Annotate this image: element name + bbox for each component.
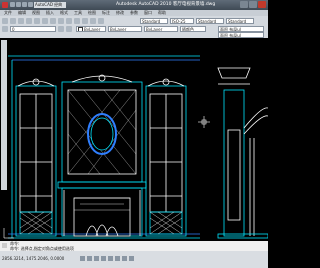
command-line[interactable]: 命令: 命令: 选择点,指定对角点或使用选项 — [0, 241, 268, 251]
menu-parametric[interactable]: 参数 — [130, 10, 138, 16]
menu-insert[interactable]: 插入 — [46, 10, 54, 16]
layer-previous-icon[interactable] — [66, 25, 72, 32]
cursor-coordinates: 2856.3214, 1475.2046, 0.0000 — [2, 256, 65, 261]
save-icon[interactable] — [22, 2, 27, 7]
new-icon[interactable] — [10, 2, 15, 7]
cad-drawing — [1, 40, 268, 239]
menu-view[interactable]: 视图 — [32, 10, 40, 16]
properties-toolbar: ByLayer ByLayer ByLayer 随颜色 — [76, 25, 206, 32]
styles-toolbar: Standard ISO-25 Standard Standard — [140, 17, 254, 24]
layers-toolbar: 0 — [2, 25, 72, 32]
ortho-icon[interactable] — [94, 256, 99, 261]
lineweight-icon[interactable] — [129, 256, 134, 261]
menu-file[interactable]: 文件 — [4, 10, 12, 16]
title-bar: AutoCAD 经典 Autodesk AutoCAD 2010 客厅电视背景墙… — [0, 0, 268, 10]
text-style-select[interactable]: Standard — [140, 17, 168, 24]
open-icon[interactable] — [16, 2, 21, 7]
osnap-icon[interactable] — [108, 256, 113, 261]
menu-tools[interactable]: 工具 — [74, 10, 82, 16]
table-style-select[interactable]: Standard — [196, 17, 224, 24]
modify-toolbar — [1, 40, 7, 190]
close-icon[interactable] — [2, 243, 7, 248]
window-controls — [240, 1, 266, 8]
snap-icon[interactable] — [80, 256, 85, 261]
layer-select[interactable]: 0 — [10, 25, 56, 32]
wall-elevation — [8, 55, 268, 239]
standard-toolbar — [2, 17, 104, 24]
color-select[interactable]: ByLayer — [76, 25, 106, 32]
design-center-icon[interactable] — [90, 17, 96, 24]
zoom-icon[interactable] — [74, 17, 80, 24]
menu-modify[interactable]: 修改 — [116, 10, 124, 16]
autocad-app-icon[interactable] — [2, 2, 8, 8]
menu-draw[interactable]: 绘图 — [88, 10, 96, 16]
workspace-select[interactable]: AutoCAD 经典 — [34, 2, 66, 8]
minimize-button[interactable] — [240, 1, 248, 8]
properties-icon[interactable] — [82, 17, 88, 24]
mleader-style-select[interactable]: Standard — [226, 17, 254, 24]
menu-bar: 文件 编辑 视图 插入 格式 工具 绘图 标注 修改 参数 窗口 帮助 — [0, 10, 268, 16]
otrack-icon[interactable] — [115, 256, 120, 261]
window-title: Autodesk AutoCAD 2010 客厅电视背景墙.dwg — [116, 2, 216, 7]
ucs-icon — [3, 228, 14, 239]
cut-icon[interactable] — [34, 17, 40, 24]
make-current-icon[interactable] — [58, 25, 64, 32]
menu-format[interactable]: 格式 — [60, 10, 68, 16]
view-toolbar-2: 面积 布局ul — [218, 31, 264, 38]
color-swatch-icon — [78, 27, 83, 31]
help-icon[interactable] — [98, 17, 104, 24]
print-icon[interactable] — [26, 17, 32, 24]
status-bar: 2856.3214, 1475.2046, 0.0000 — [0, 251, 268, 268]
dyn-icon[interactable] — [122, 256, 127, 261]
lineweight-select[interactable]: ByLayer — [144, 25, 178, 32]
crosshair-cursor — [198, 116, 210, 128]
menu-help[interactable]: 帮助 — [158, 10, 166, 16]
undo-icon[interactable] — [58, 17, 64, 24]
open-icon[interactable] — [10, 17, 16, 24]
pan-icon[interactable] — [66, 17, 72, 24]
drafting-settings — [80, 256, 134, 261]
close-button[interactable] — [258, 1, 266, 8]
grid-icon[interactable] — [87, 256, 92, 261]
maximize-button[interactable] — [249, 1, 257, 8]
copy-icon[interactable] — [42, 17, 48, 24]
menu-edit[interactable]: 编辑 — [18, 10, 26, 16]
color-value: ByLayer — [84, 26, 101, 32]
layer-manager-icon[interactable] — [2, 25, 8, 32]
linetype-select[interactable]: ByLayer — [108, 25, 142, 32]
drawing-canvas[interactable] — [0, 38, 268, 250]
save-icon[interactable] — [18, 17, 24, 24]
polar-icon[interactable] — [101, 256, 106, 261]
paste-icon[interactable] — [50, 17, 56, 24]
dim-style-select[interactable]: ISO-25 — [170, 17, 194, 24]
new-icon[interactable] — [2, 17, 8, 24]
menu-dimension[interactable]: 标注 — [102, 10, 110, 16]
undo-icon[interactable] — [28, 2, 33, 7]
plot-style-select[interactable]: 随颜色 — [180, 25, 206, 32]
quick-access-toolbar — [10, 2, 33, 8]
view-select-2[interactable]: 面积 布局ul — [218, 31, 264, 38]
menu-window[interactable]: 窗口 — [144, 10, 152, 16]
